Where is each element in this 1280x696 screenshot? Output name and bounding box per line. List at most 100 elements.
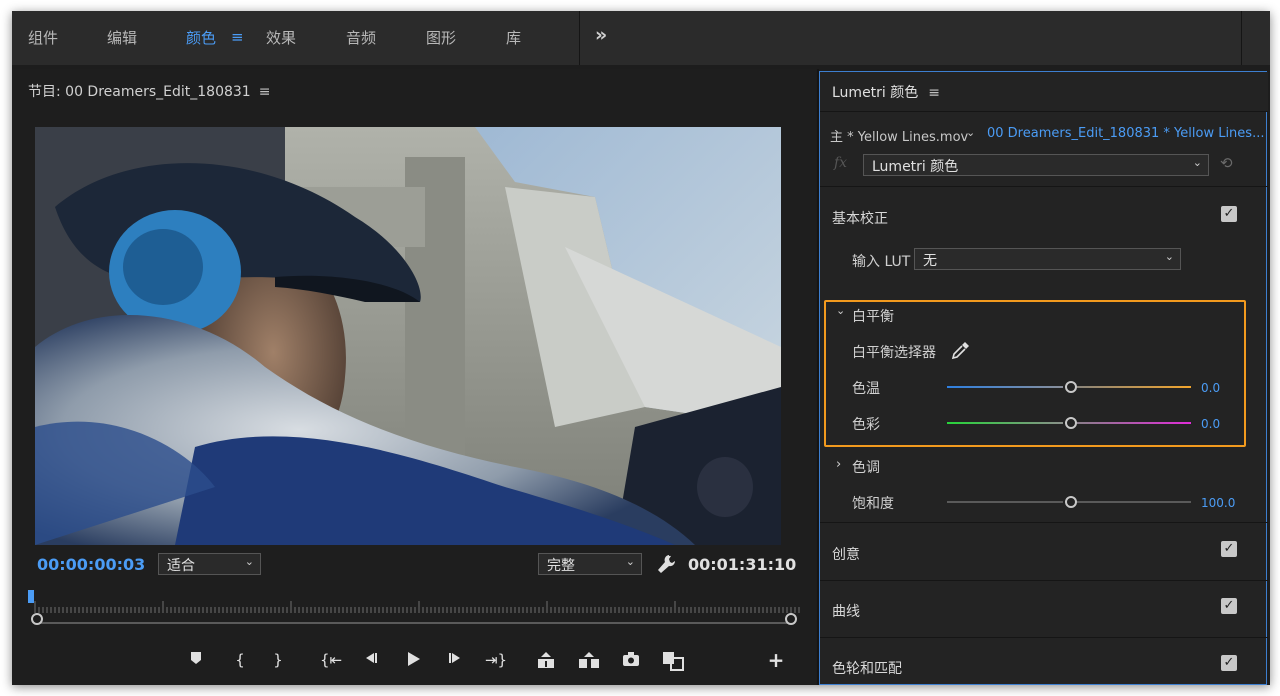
reset-icon[interactable]: ⟲ (1220, 154, 1233, 172)
zoom-select-value: 适合 (167, 558, 195, 574)
zoom-scrollbar[interactable] (37, 622, 795, 624)
video-frame-image (35, 127, 781, 545)
tint-slider[interactable] (947, 417, 1191, 429)
color-wheels-title[interactable]: 色轮和匹配 (832, 658, 902, 678)
lift-icon[interactable] (534, 651, 558, 673)
fx-icon: fx (834, 155, 848, 171)
time-ruler[interactable] (31, 599, 801, 613)
tint-track-left (947, 422, 1063, 424)
lumetri-title-wrap: Lumetri 颜色 ≡ (832, 82, 940, 102)
input-lut-select[interactable]: 无 ⌄ (914, 248, 1181, 270)
compare-view-icon[interactable] (661, 651, 685, 675)
creative-title[interactable]: 创意 (832, 544, 860, 564)
mark-out-icon[interactable]: } (266, 651, 290, 669)
section-separator (820, 522, 1268, 523)
curves-checkbox[interactable]: ✓ (1221, 598, 1237, 614)
program-menu-icon[interactable]: ≡ (259, 84, 271, 100)
curves-title[interactable]: 曲线 (832, 601, 860, 621)
eyedropper-icon[interactable] (951, 340, 971, 360)
program-monitor-header[interactable]: 节目: 00 Dreamers_Edit_180831 ≡ (28, 81, 270, 101)
program-monitor: 节目: 00 Dreamers_Edit_180831 ≡ 00:00:00:0… (12, 69, 816, 685)
workspace-menu-icon[interactable]: ≡ (231, 28, 244, 46)
chevron-down-icon: ⌄ (1164, 250, 1174, 263)
resolution-select[interactable]: 完整 ⌄ (538, 553, 642, 575)
saturation-track-right (1077, 501, 1191, 503)
lumetri-header[interactable]: Lumetri 颜色 ≡ (820, 72, 1268, 112)
wrench-icon[interactable] (656, 553, 676, 580)
workspace-bar: 组件 编辑 颜色 ≡ 效果 音频 图形 库 » (12, 11, 1270, 65)
temperature-knob[interactable] (1065, 381, 1077, 393)
temperature-slider[interactable] (947, 381, 1191, 393)
chevron-down-icon[interactable]: ⌄ (836, 304, 845, 317)
lumetri-title: Lumetri 颜色 (832, 85, 919, 101)
tab-editing[interactable]: 编辑 (107, 27, 137, 48)
tab-color[interactable]: 颜色 (186, 27, 216, 48)
chevron-right-icon[interactable]: › (836, 457, 841, 472)
basic-correction-title[interactable]: 基本校正 (832, 208, 888, 228)
add-button-icon[interactable]: + (764, 648, 788, 672)
go-to-in-icon[interactable]: {⇤ (319, 651, 343, 669)
temperature-value[interactable]: 0.0 (1201, 381, 1220, 395)
video-frame (35, 127, 781, 545)
premiere-window: 组件 编辑 颜色 ≡ 效果 音频 图形 库 » 节目: 00 Dreamers_… (12, 11, 1270, 685)
tab-libraries[interactable]: 库 (506, 27, 521, 48)
sequence-clip-tab[interactable]: 00 Dreamers_Edit_180831 * Yellow Lines..… (987, 126, 1264, 141)
tone-title[interactable]: 色调 (852, 457, 880, 477)
step-back-icon[interactable] (359, 651, 383, 669)
step-forward-icon[interactable] (443, 651, 467, 669)
saturation-track-left (947, 501, 1063, 503)
creative-checkbox[interactable]: ✓ (1221, 541, 1237, 557)
master-clip-tab[interactable]: 主 * Yellow Lines.mov (830, 130, 968, 145)
input-lut-label: 输入 LUT (852, 254, 911, 270)
color-wheels-checkbox[interactable]: ✓ (1221, 655, 1237, 671)
workspace-tabs: 组件 编辑 颜色 ≡ 效果 音频 图形 库 (12, 11, 580, 65)
scroll-handle-left[interactable] (31, 613, 43, 625)
section-separator (820, 637, 1268, 638)
tint-track-right (1077, 422, 1191, 424)
temperature-track-right (1077, 386, 1191, 388)
play-icon[interactable] (401, 651, 425, 671)
topbar-separator (1241, 11, 1242, 65)
chevron-down-icon[interactable]: ⌄ (966, 126, 975, 139)
program-monitor-title: 节目: 00 Dreamers_Edit_180831 (28, 84, 251, 100)
go-to-out-icon[interactable]: ⇥} (484, 651, 508, 669)
chevron-down-icon: ⌄ (1192, 156, 1202, 169)
section-separator (820, 580, 1268, 581)
saturation-slider[interactable] (947, 496, 1191, 508)
chevron-down-icon: ⌄ (625, 555, 635, 568)
basic-correction-checkbox[interactable]: ✓ (1221, 206, 1237, 222)
lumetri-menu-icon[interactable]: ≡ (928, 85, 940, 101)
effect-select-value: Lumetri 颜色 (872, 159, 959, 175)
tint-label: 色彩 (852, 417, 880, 433)
mark-in-icon[interactable]: { (228, 651, 252, 669)
zoom-select[interactable]: 适合 ⌄ (158, 553, 261, 575)
tint-value[interactable]: 0.0 (1201, 417, 1220, 431)
tab-assembly[interactable]: 组件 (28, 27, 58, 48)
playhead[interactable] (28, 590, 34, 603)
resolution-select-value: 完整 (547, 558, 575, 574)
section-separator (820, 186, 1268, 187)
current-timecode[interactable]: 00:00:00:03 (37, 555, 145, 574)
chevron-down-icon: ⌄ (244, 555, 254, 568)
workspace-overflow-icon[interactable]: » (595, 24, 607, 46)
tab-audio[interactable]: 音频 (346, 27, 376, 48)
duration-timecode: 00:01:31:10 (688, 555, 797, 574)
white-balance-title[interactable]: 白平衡 (852, 306, 894, 326)
saturation-label: 饱和度 (852, 496, 894, 512)
white-balance-selector-label: 白平衡选择器 (852, 345, 936, 361)
tab-graphics[interactable]: 图形 (426, 27, 456, 48)
tint-knob[interactable] (1065, 417, 1077, 429)
tab-effects[interactable]: 效果 (266, 27, 296, 48)
saturation-value[interactable]: 100.0 (1201, 496, 1235, 510)
extract-icon[interactable] (577, 651, 601, 673)
export-frame-icon[interactable] (619, 651, 643, 671)
effect-select[interactable]: Lumetri 颜色 ⌄ (863, 154, 1209, 176)
add-marker-icon[interactable] (184, 651, 208, 669)
lumetri-color-panel: Lumetri 颜色 ≡ 主 * Yellow Lines.mov ⌄ 00 Dr… (819, 71, 1268, 685)
temperature-label: 色温 (852, 381, 880, 397)
clip-selector-row: 主 * Yellow Lines.mov ⌄ 00 Dreamers_Edit_… (830, 126, 1264, 145)
input-lut-value: 无 (923, 253, 937, 269)
scroll-handle-right[interactable] (785, 613, 797, 625)
saturation-knob[interactable] (1065, 496, 1077, 508)
temperature-track-left (947, 386, 1063, 388)
